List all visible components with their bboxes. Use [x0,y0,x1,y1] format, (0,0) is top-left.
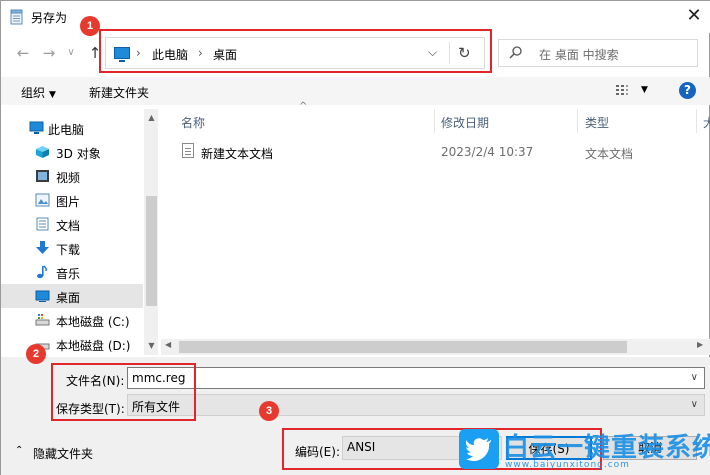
close-button[interactable]: ✕ [681,5,707,29]
filename-input[interactable]: mmc.reg ∨ [127,367,705,389]
callout-badge-1: 1 [80,16,100,36]
scroll-right-icon[interactable]: ▶ [697,340,703,349]
document-icon [36,217,49,231]
scroll-left-icon[interactable]: ◀ [165,340,171,349]
tree-item-music[interactable]: 音乐 [1,260,143,284]
column-divider[interactable] [577,109,578,133]
tree-item-label: 音乐 [56,267,81,281]
chevron-down-icon[interactable]: ∨ [691,372,698,383]
drive-icon [35,314,50,326]
new-folder-button[interactable]: 新建文件夹 [89,84,149,101]
organize-menu[interactable]: 组织 ▼ [21,84,56,101]
tree-item-label: 本地磁盘 (C:) [56,315,130,329]
watermark-text: 白云一键重装系统 [503,433,710,463]
recent-locations-button[interactable]: ∨ [61,43,81,63]
filetype-select[interactable]: 所有文件 ∨ [127,394,705,416]
tree-item-documents[interactable]: 文档 [1,212,143,236]
tree-item-label: 视频 [56,171,81,185]
tree-item-label: 此电脑 [48,123,85,137]
tree-item-this-pc[interactable]: 此电脑 [1,116,143,140]
search-placeholder: 在 桌面 中搜索 [539,48,619,62]
cube-icon [36,146,49,158]
chevron-up-icon[interactable]: ⌃ [15,445,23,456]
tree-item-drive-c[interactable]: 本地磁盘 (C:) [1,308,143,332]
scroll-down-icon[interactable]: ▼ [146,341,157,350]
tree-item-downloads[interactable]: 下载 [1,236,143,260]
tree-item-label: 3D 对象 [56,147,101,161]
callout-box-filename-type [51,363,196,421]
chevron-down-icon: ∨ [690,399,698,410]
notepad-icon [10,9,23,25]
column-header-type[interactable]: 类型 [585,114,609,131]
view-options-icon[interactable] [616,84,632,97]
organize-label: 组织 [21,86,46,100]
tree-item-label: 文档 [56,219,81,233]
column-divider[interactable] [696,109,697,133]
column-header-modified[interactable]: 修改日期 [441,114,489,131]
bird-logo-icon [459,429,499,469]
download-icon [36,241,49,254]
picture-icon [35,193,50,207]
music-icon [37,265,47,279]
tree-item-videos[interactable]: 视频 [1,164,143,188]
save-as-dialog: 另存为 ✕ ← → ∨ ↑ › 此电脑 › 桌面 ⌵ ↻ 在 桌面 中搜索 1 [0,0,710,475]
search-box[interactable]: 在 桌面 中搜索 [498,39,698,67]
window-title: 另存为 [31,11,68,25]
scrollbar-thumb[interactable] [146,196,157,306]
column-header-size[interactable]: 大 [703,114,710,131]
file-type: 文本文档 [585,147,634,161]
tree-item-drive-d[interactable]: 本地磁盘 (D:) [1,332,143,354]
help-icon[interactable]: ? [679,82,696,99]
callout-badge-3: 3 [259,401,279,421]
sort-ascending-icon: ^ [299,101,308,112]
computer-icon [29,121,44,134]
watermark-url: www.baiyunxitong.com [505,460,630,470]
callout-badge-2: 2 [26,344,46,364]
file-name[interactable]: 新建文本文档 [201,145,273,162]
hide-folders-button[interactable]: 隐藏文件夹 [33,445,93,462]
forward-arrow-icon: → [42,44,56,62]
caret-down-icon: ▼ [49,90,56,100]
desktop-icon [35,290,50,302]
scroll-up-icon[interactable]: ▲ [146,113,157,122]
forward-button[interactable]: → [39,43,59,63]
tree-item-label: 桌面 [56,291,81,305]
scrollbar-thumb[interactable] [179,341,627,353]
back-button[interactable]: ← [13,43,33,63]
tree-item-3d-objects[interactable]: 3D 对象 [1,140,143,164]
tree-item-label: 下载 [56,243,81,257]
tree-item-label: 本地磁盘 (D:) [56,339,131,353]
file-modified: 2023/2/4 10:37 [441,145,534,159]
column-divider[interactable] [434,109,435,133]
video-icon [36,170,49,182]
caret-down-icon[interactable]: ▼ [641,85,648,95]
tree-item-desktop[interactable]: 桌面 [1,284,143,308]
column-header-name[interactable]: 名称 [181,114,205,131]
close-icon: ✕ [686,5,702,26]
text-file-icon [182,143,194,158]
tree-item-label: 图片 [56,195,81,209]
tree-item-pictures[interactable]: 图片 [1,188,143,212]
search-icon [509,46,522,59]
chevron-down-icon: ∨ [67,47,75,58]
back-arrow-icon: ← [16,44,30,62]
callout-box-address [99,29,492,73]
